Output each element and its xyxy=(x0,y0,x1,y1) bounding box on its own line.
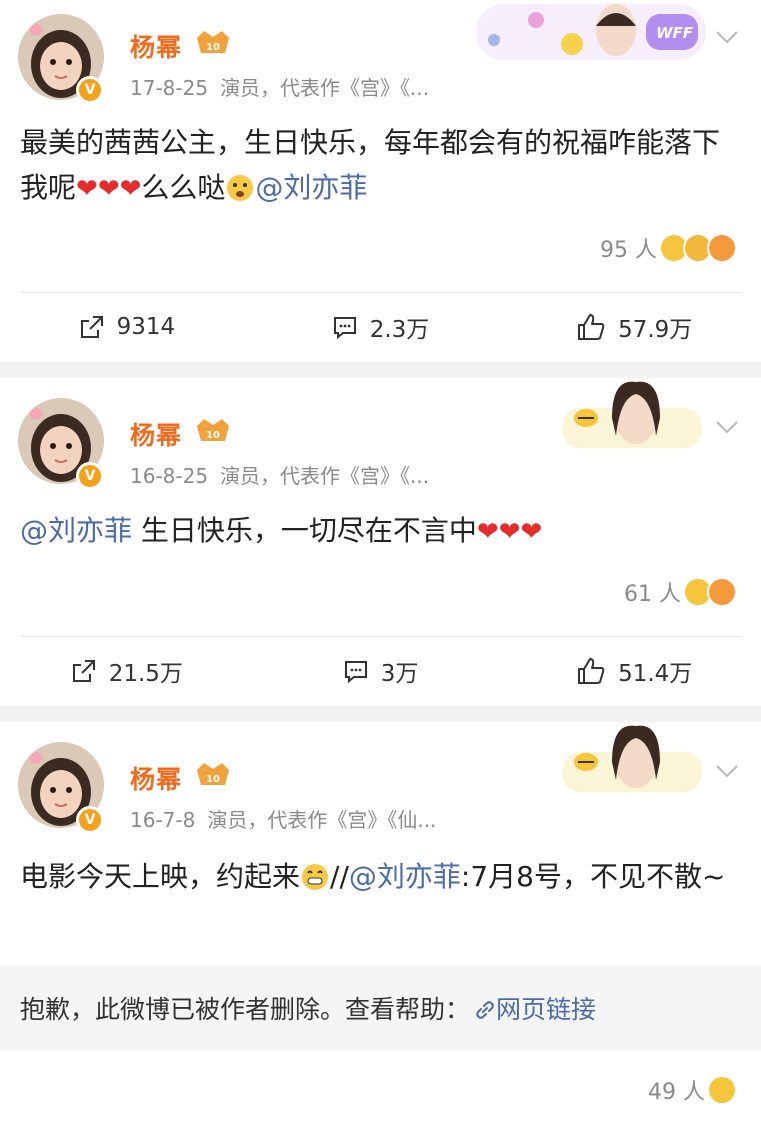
heart-emoji: ❤ xyxy=(476,517,499,547)
card-decoration xyxy=(562,378,702,452)
kiss-emoji-icon xyxy=(707,233,737,263)
reaction-summary[interactable]: 95 人 xyxy=(600,232,737,264)
svg-text:10: 10 xyxy=(206,430,220,441)
post-meta: 16-7-8 演员，代表作《宫》《仙... xyxy=(130,804,436,833)
post-text: @刘亦菲 生日快乐，一切尽在不言中❤❤❤ xyxy=(20,514,543,547)
like-count: 51.4万 xyxy=(618,661,693,687)
svg-text:10: 10 xyxy=(206,42,220,53)
reaction-summary[interactable]: 61 人 xyxy=(624,576,737,608)
comment-button[interactable]: 2.3万 xyxy=(254,294,508,360)
post-card-1: V 杨幂 10 17-8-25 演员，代表作《宫》《... WFF 最美的茜茜公主… xyxy=(0,0,761,362)
deleted-notice: 抱歉，此微博已被作者删除。查看帮助： 网页链接 xyxy=(0,966,761,1050)
link-icon xyxy=(476,1001,494,1019)
heart-emoji: ❤ xyxy=(498,517,521,547)
author-name[interactable]: 杨幂 xyxy=(130,28,182,64)
member-level-icon: 10 xyxy=(194,416,232,444)
post-text: 最美的茜茜公主，生日快乐，每年都会有的祝福咋能落下我呢❤❤❤么么哒 @刘亦菲 xyxy=(20,120,741,216)
post-meta: 16-8-25 演员，代表作《宫》《... xyxy=(130,460,429,489)
like-count: 57.9万 xyxy=(618,317,693,343)
action-bar: 21.5万 3万 51.4万 xyxy=(0,638,761,704)
author-desc: 演员，代表作《宫》《... xyxy=(220,464,430,488)
decoration-label: WFF xyxy=(656,24,694,42)
verified-badge-icon: V xyxy=(76,76,104,104)
verified-badge-icon: V xyxy=(76,806,104,834)
help-link[interactable]: 网页链接 xyxy=(474,990,596,1026)
member-level-icon: 10 xyxy=(194,28,232,56)
heart-emoji: ❤ xyxy=(76,174,98,204)
post-text: 电影今天上映，约起来//@刘亦菲:7月8号，不见不散~ xyxy=(20,854,741,905)
repost-count: 9314 xyxy=(116,314,176,340)
post-date: 16-8-25 xyxy=(130,464,209,488)
reaction-count: 61 人 xyxy=(624,582,681,607)
svg-text:10: 10 xyxy=(206,774,220,785)
mention-link[interactable]: @刘亦菲 xyxy=(20,514,132,547)
kiss-emoji-icon xyxy=(707,577,737,607)
reaction-count: 95 人 xyxy=(600,238,657,263)
repost-button[interactable]: 21.5万 xyxy=(0,638,254,704)
chevron-down-icon[interactable] xyxy=(715,30,739,44)
reaction-summary[interactable]: 49 人 xyxy=(648,1074,737,1106)
divider xyxy=(20,636,741,637)
laugh-emoji-icon xyxy=(707,1075,737,1105)
mention-link[interactable]: @刘亦菲 xyxy=(255,171,367,204)
verified-badge-icon: V xyxy=(76,462,104,490)
heart-emoji: ❤ xyxy=(520,517,543,547)
author-desc: 演员，代表作《宫》《... xyxy=(220,76,430,100)
post-meta: 17-8-25 演员，代表作《宫》《... xyxy=(130,72,429,101)
comment-icon xyxy=(344,661,367,684)
repost-count: 21.5万 xyxy=(108,661,183,687)
heart-emoji: ❤ xyxy=(119,174,142,204)
heart-emoji: ❤ xyxy=(97,174,120,204)
grin-emoji-icon xyxy=(300,860,330,905)
reaction-count: 49 人 xyxy=(648,1080,705,1105)
thumbs-up-icon xyxy=(578,314,605,340)
card-decoration: WFF xyxy=(476,0,706,64)
scared-emoji-icon xyxy=(225,171,255,216)
post-date: 16-7-8 xyxy=(130,808,196,832)
post-card-3: V 杨幂 10 16-7-8 演员，代表作《宫》《仙... 电影今天上映，约起来 /… xyxy=(0,722,761,1126)
repost-icon xyxy=(72,660,95,682)
like-button[interactable]: 51.4万 xyxy=(507,638,761,704)
comment-count: 2.3万 xyxy=(369,317,430,343)
comment-button[interactable]: 3万 xyxy=(254,638,508,704)
author-desc: 演员，代表作《宫》《仙... xyxy=(207,808,437,832)
divider xyxy=(20,292,741,293)
post-date: 17-8-25 xyxy=(130,76,209,100)
mention-link[interactable]: @刘亦菲 xyxy=(349,860,461,893)
chevron-down-icon[interactable] xyxy=(715,764,739,778)
author-name[interactable]: 杨幂 xyxy=(130,416,182,452)
member-level-icon: 10 xyxy=(194,760,232,788)
like-button[interactable]: 57.9万 xyxy=(507,294,761,360)
repost-button[interactable]: 9314 xyxy=(0,294,254,360)
action-bar: 9314 2.3万 57.9万 xyxy=(0,294,761,360)
repost-icon xyxy=(80,316,103,338)
post-card-2: V 杨幂 10 16-8-25 演员，代表作《宫》《... @刘亦菲 生日快乐，一… xyxy=(0,378,761,706)
comment-count: 3万 xyxy=(380,661,419,687)
card-decoration xyxy=(562,722,702,796)
author-name[interactable]: 杨幂 xyxy=(130,760,182,796)
thumbs-up-icon xyxy=(578,658,605,684)
comment-icon xyxy=(333,317,356,340)
chevron-down-icon[interactable] xyxy=(715,420,739,434)
